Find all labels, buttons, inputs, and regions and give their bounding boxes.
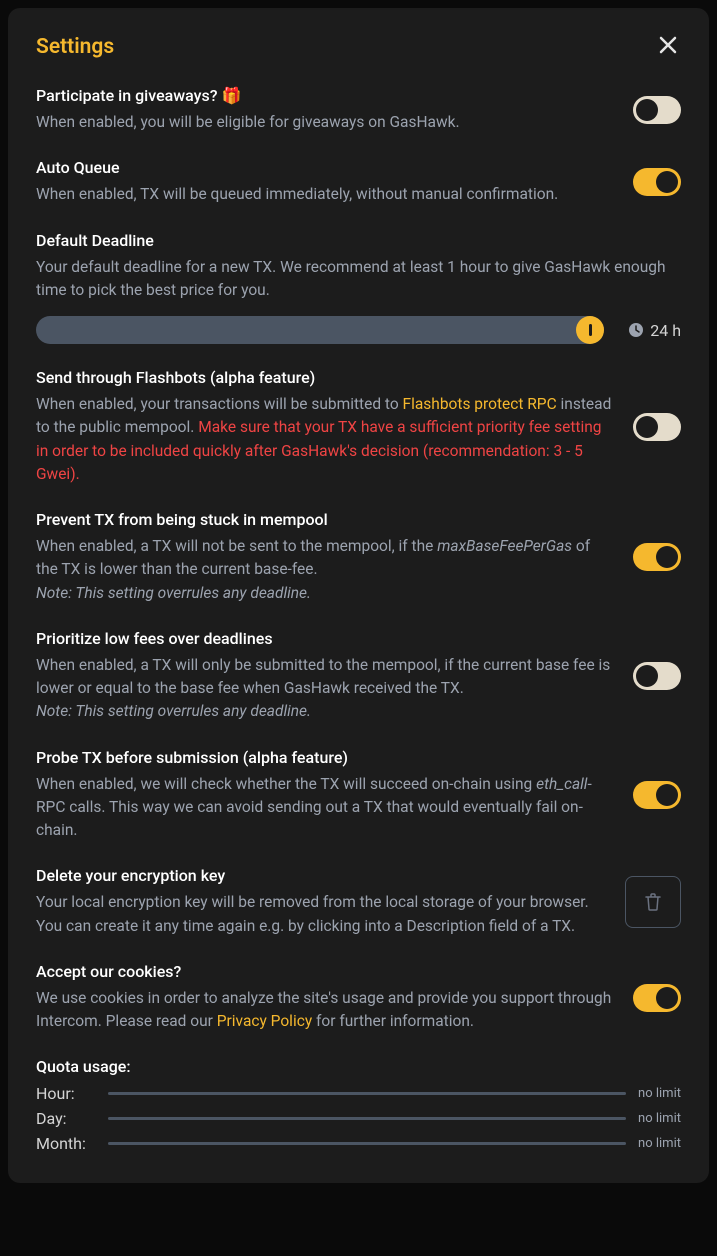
quota-label: Hour: <box>36 1084 96 1103</box>
setting-title: Prioritize low fees over deadlines <box>36 629 613 648</box>
quota-label: Month: <box>36 1134 96 1153</box>
quota-label: Day: <box>36 1109 96 1128</box>
probe-toggle[interactable] <box>633 781 681 809</box>
giveaways-toggle[interactable] <box>633 96 681 124</box>
setting-desc: When enabled, a TX will only be submitte… <box>36 654 613 724</box>
setting-title: Send through Flashbots (alpha feature) <box>36 368 613 387</box>
privacy-policy-link[interactable]: Privacy Policy <box>217 1012 312 1030</box>
setting-prevent-stuck: Prevent TX from being stuck in mempool W… <box>36 510 681 605</box>
setting-title: Accept our cookies? <box>36 962 613 981</box>
quota-limit: no limit <box>638 1111 681 1126</box>
setting-title: Prevent TX from being stuck in mempool <box>36 510 613 529</box>
setting-title: Delete your encryption key <box>36 866 605 885</box>
quota-row-hour: Hour: no limit <box>36 1084 681 1103</box>
deadline-value: 24 h <box>650 321 681 340</box>
clock-icon <box>628 322 644 338</box>
quota-limit: no limit <box>638 1086 681 1101</box>
setting-probe: Probe TX before submission (alpha featur… <box>36 748 681 843</box>
slider-thumb[interactable] <box>576 316 604 344</box>
setting-desc: Your default deadline for a new TX. We r… <box>36 256 681 303</box>
prioritize-low-toggle[interactable] <box>633 662 681 690</box>
setting-desc: When enabled, a TX will not be sent to t… <box>36 535 613 605</box>
close-icon <box>659 36 677 54</box>
setting-desc: When enabled, TX will be queued immediat… <box>36 183 613 206</box>
setting-desc: When enabled, you will be eligible for g… <box>36 111 613 134</box>
quota-row-month: Month: no limit <box>36 1134 681 1153</box>
quota-bar <box>108 1142 626 1145</box>
modal-title: Settings <box>36 35 114 59</box>
settings-modal: Settings Participate in giveaways? 🎁 Whe… <box>8 8 709 1183</box>
setting-delete-key: Delete your encryption key Your local en… <box>36 866 681 938</box>
setting-auto-queue: Auto Queue When enabled, TX will be queu… <box>36 158 681 206</box>
setting-prioritize-low: Prioritize low fees over deadlines When … <box>36 629 681 724</box>
flashbots-link[interactable]: Flashbots protect RPC <box>403 395 557 413</box>
flashbots-toggle[interactable] <box>633 413 681 441</box>
setting-desc: Your local encryption key will be remove… <box>36 891 605 938</box>
deadline-value-label: 24 h <box>628 321 681 340</box>
setting-deadline: Default Deadline Your default deadline f… <box>36 231 681 345</box>
cookies-toggle[interactable] <box>633 984 681 1012</box>
setting-cookies: Accept our cookies? We use cookies in or… <box>36 962 681 1034</box>
setting-flashbots: Send through Flashbots (alpha feature) W… <box>36 368 681 486</box>
setting-giveaways: Participate in giveaways? 🎁 When enabled… <box>36 86 681 134</box>
quota-bar <box>108 1092 626 1095</box>
setting-desc: When enabled, your transactions will be … <box>36 393 613 486</box>
setting-quota: Quota usage: Hour: no limit Day: no limi… <box>36 1057 681 1153</box>
quota-row-day: Day: no limit <box>36 1109 681 1128</box>
setting-title: Auto Queue <box>36 158 613 177</box>
delete-key-button[interactable] <box>625 876 681 928</box>
setting-desc: When enabled, we will check whether the … <box>36 773 613 843</box>
setting-title: Quota usage: <box>36 1057 681 1076</box>
setting-desc: We use cookies in order to analyze the s… <box>36 987 613 1034</box>
setting-title: Participate in giveaways? 🎁 <box>36 86 613 105</box>
modal-header: Settings <box>36 32 681 62</box>
deadline-slider[interactable] <box>36 316 604 344</box>
prevent-stuck-toggle[interactable] <box>633 543 681 571</box>
setting-title: Probe TX before submission (alpha featur… <box>36 748 613 767</box>
close-button[interactable] <box>655 32 681 62</box>
quota-bar <box>108 1117 626 1120</box>
quota-limit: no limit <box>638 1136 681 1151</box>
auto-queue-toggle[interactable] <box>633 168 681 196</box>
trash-icon <box>644 893 662 911</box>
setting-title: Default Deadline <box>36 231 681 250</box>
